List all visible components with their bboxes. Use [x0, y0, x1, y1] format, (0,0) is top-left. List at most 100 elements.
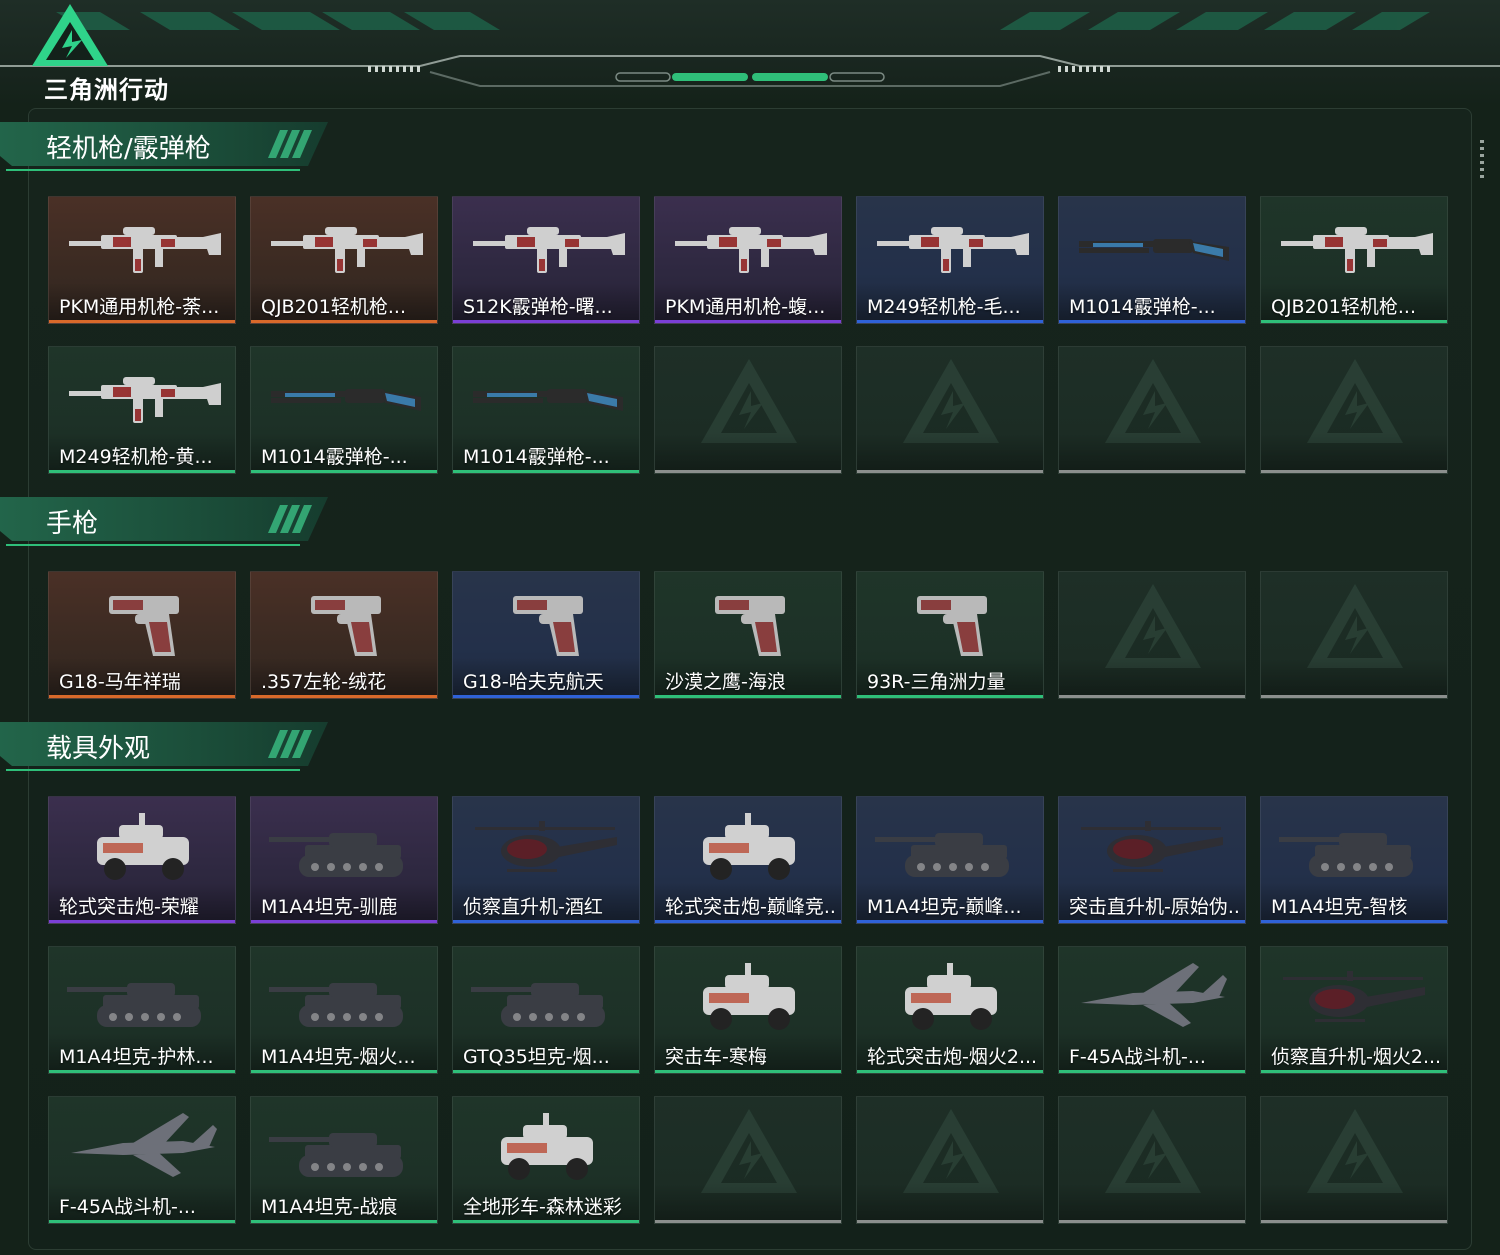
empty-slot	[1260, 1096, 1448, 1224]
pistol-icon	[917, 596, 987, 656]
rifle-icon	[69, 227, 221, 273]
item-name: 侦察直升机-酒红	[463, 896, 603, 918]
car-icon	[501, 1113, 593, 1180]
rarity-bar	[453, 1220, 639, 1223]
item-name: M1A4坦克-驯鹿	[261, 896, 398, 918]
item-card[interactable]: PKM通用机枪-荼...	[48, 196, 236, 324]
empty-slot	[654, 346, 842, 474]
rifle-icon	[271, 227, 423, 273]
empty-slot	[1058, 346, 1246, 474]
item-card[interactable]: 全地形车-森林迷彩	[452, 1096, 640, 1224]
rarity-bar	[1261, 470, 1447, 473]
rarity-bar	[857, 320, 1043, 323]
item-card[interactable]: M1A4坦克-巅峰...	[856, 796, 1044, 924]
item-card[interactable]: 轮式突击炮-荣耀	[48, 796, 236, 924]
item-name: F-45A战斗机-...	[1069, 1046, 1206, 1068]
card-shade	[1261, 433, 1447, 473]
item-card[interactable]: S12K霰弹枪-曙...	[452, 196, 640, 324]
rarity-bar	[857, 695, 1043, 698]
item-name: 93R-三角洲力量	[867, 671, 1006, 693]
item-card[interactable]: M1014霰弹枪-...	[1058, 196, 1246, 324]
item-card[interactable]: 侦察直升机-酒红	[452, 796, 640, 924]
item-name: QJB201轻机枪...	[261, 296, 406, 318]
item-card[interactable]: G18-哈夫克航天	[452, 571, 640, 699]
rarity-bar	[1059, 320, 1245, 323]
empty-slot	[1058, 1096, 1246, 1224]
item-name: M1A4坦克-护林...	[59, 1046, 214, 1068]
item-card[interactable]: 突击直升机-原始伪...	[1058, 796, 1246, 924]
card-shade	[655, 1183, 841, 1223]
item-card[interactable]: G18-马年祥瑞	[48, 571, 236, 699]
rifle-icon	[1281, 227, 1433, 273]
card-shade	[857, 433, 1043, 473]
rarity-bar	[1261, 320, 1447, 323]
item-card[interactable]: GTQ35坦克-烟...	[452, 946, 640, 1074]
card-shade	[1261, 658, 1447, 698]
card-shade	[1059, 1183, 1245, 1223]
item-card[interactable]: 沙漠之鹰-海浪	[654, 571, 842, 699]
rarity-bar	[1059, 1220, 1245, 1223]
item-card[interactable]: F-45A战斗机-...	[1058, 946, 1246, 1074]
item-card[interactable]: M1014霰弹枪-...	[250, 346, 438, 474]
item-card[interactable]: M1A4坦克-烟火...	[250, 946, 438, 1074]
rarity-bar	[49, 1220, 235, 1223]
rarity-bar	[251, 695, 437, 698]
item-card[interactable]: M1A4坦克-驯鹿	[250, 796, 438, 924]
rarity-bar	[251, 920, 437, 923]
item-card[interactable]: M1A4坦克-战痕	[250, 1096, 438, 1224]
item-card[interactable]: 轮式突击炮-巅峰竞...	[654, 796, 842, 924]
rarity-bar	[1261, 920, 1447, 923]
helicopter-icon	[475, 821, 617, 872]
item-name: M1A4坦克-烟火...	[261, 1046, 416, 1068]
rarity-bar	[655, 1070, 841, 1073]
rarity-bar	[49, 1070, 235, 1073]
section-title: 手枪	[46, 509, 99, 539]
item-card[interactable]: 93R-三角洲力量	[856, 571, 1044, 699]
item-name: 轮式突击炮-荣耀	[59, 896, 199, 918]
item-card[interactable]: 突击车-寒梅	[654, 946, 842, 1074]
rarity-bar	[857, 470, 1043, 473]
item-card[interactable]: 轮式突击炮-烟火2...	[856, 946, 1044, 1074]
rarity-bar	[49, 695, 235, 698]
rarity-bar	[49, 470, 235, 473]
item-card[interactable]: M1014霰弹枪-...	[452, 346, 640, 474]
item-card[interactable]: QJB201轻机枪...	[1260, 196, 1448, 324]
scrollbar[interactable]	[1480, 140, 1484, 180]
rarity-bar	[1059, 470, 1245, 473]
item-name: QJB201轻机枪...	[1271, 296, 1416, 318]
tank-icon	[269, 983, 403, 1027]
tank-icon	[471, 983, 605, 1027]
item-name: M1A4坦克-智核	[1271, 896, 1408, 918]
item-card[interactable]: QJB201轻机枪...	[250, 196, 438, 324]
shotgun-icon	[271, 389, 421, 411]
item-card[interactable]: M1A4坦克-智核	[1260, 796, 1448, 924]
empty-slot	[1058, 571, 1246, 699]
card-shade	[857, 1183, 1043, 1223]
empty-slot	[856, 1096, 1044, 1224]
tank-icon	[269, 1133, 403, 1177]
shotgun-icon	[1079, 239, 1229, 261]
rarity-bar	[655, 920, 841, 923]
item-name: M1014霰弹枪-...	[463, 446, 610, 468]
item-name: 突击车-寒梅	[665, 1046, 767, 1068]
rifle-icon	[69, 377, 221, 423]
item-card[interactable]: M249轻机枪-毛...	[856, 196, 1044, 324]
rarity-bar	[251, 1220, 437, 1223]
item-card[interactable]: M249轻机枪-黄...	[48, 346, 236, 474]
item-card[interactable]: F-45A战斗机-...	[48, 1096, 236, 1224]
item-name: S12K霰弹枪-曙...	[463, 296, 613, 318]
empty-slot	[1260, 571, 1448, 699]
rarity-bar	[453, 695, 639, 698]
empty-slot	[654, 1096, 842, 1224]
item-card[interactable]: .357左轮-绒花	[250, 571, 438, 699]
item-card[interactable]: PKM通用机枪-蝮...	[654, 196, 842, 324]
helicopter-icon	[1081, 821, 1223, 872]
rarity-bar	[1059, 1070, 1245, 1073]
item-card[interactable]: 侦察直升机-烟火2...	[1260, 946, 1448, 1074]
rarity-bar	[655, 695, 841, 698]
car-icon	[905, 963, 997, 1030]
pistol-icon	[311, 596, 381, 656]
item-name: M249轻机枪-黄...	[59, 446, 213, 468]
item-name: PKM通用机枪-蝮...	[665, 296, 826, 318]
item-card[interactable]: M1A4坦克-护林...	[48, 946, 236, 1074]
